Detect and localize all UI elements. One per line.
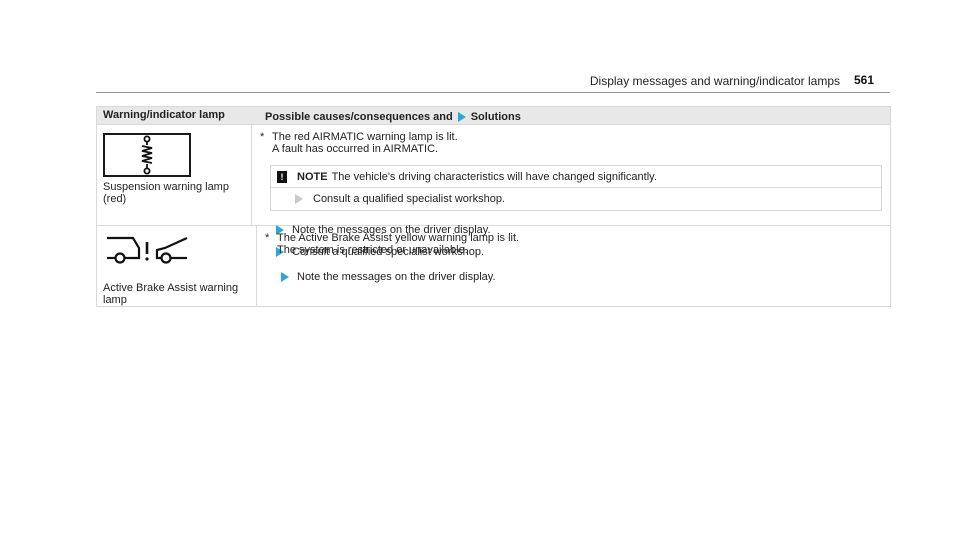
cause-star: * bbox=[265, 232, 270, 244]
cause-line: The Active Brake Assist yellow warning l… bbox=[277, 232, 520, 244]
note-label: NOTE bbox=[297, 170, 328, 183]
step-arrow-icon bbox=[281, 272, 289, 282]
header-rule bbox=[96, 92, 890, 93]
step-arrow-icon bbox=[295, 194, 303, 204]
lamp-label-color: (red) bbox=[103, 193, 127, 205]
cause-line: The red AIRMATIC warning lamp is lit. bbox=[272, 131, 458, 143]
note-step: Consult a qualified specialist workshop. bbox=[271, 188, 881, 210]
note-header: ! NOTE The vehicle's driving characteris… bbox=[271, 166, 881, 188]
table-row: Suspension warning lamp (red) * The red … bbox=[97, 124, 890, 258]
cause-line: The system is restricted or unavailable. bbox=[277, 244, 468, 256]
cause: * The red AIRMATIC warning lamp is lit. … bbox=[260, 131, 882, 155]
warning-lamp-table: Warning/indicator lamp Possible causes/c… bbox=[96, 106, 891, 307]
cause-line: A fault has occurred in AIRMATIC. bbox=[272, 143, 439, 155]
note-text: The vehicle's driving characteristics wi… bbox=[331, 170, 657, 183]
lamp-cell: Suspension warning lamp (red) bbox=[97, 125, 252, 225]
solution-arrow-icon bbox=[457, 111, 466, 122]
note-step-text: Consult a qualified specialist workshop. bbox=[313, 193, 505, 205]
lamp-label: Active Brake Assist warning bbox=[103, 282, 239, 294]
cause: * The Active Brake Assist yellow warning… bbox=[265, 232, 882, 256]
lamp-label: Suspension warning lamp bbox=[103, 181, 229, 193]
col-header-causes: Possible causes/consequences and Solutio… bbox=[257, 107, 890, 124]
active-brake-assist-icon bbox=[103, 234, 191, 278]
solution-step-text: Note the messages on the driver display. bbox=[297, 271, 496, 283]
page-header-title: Display messages and warning/indicator l… bbox=[589, 74, 840, 88]
page-number: 561 bbox=[853, 73, 874, 87]
causes-cell: * The red AIRMATIC warning lamp is lit. … bbox=[252, 125, 890, 258]
table-header: Warning/indicator lamp Possible causes/c… bbox=[97, 107, 890, 124]
lamp-label-cont: lamp bbox=[103, 294, 127, 306]
suspension-spring-icon bbox=[103, 133, 191, 177]
warning-exclamation-icon: ! bbox=[277, 170, 287, 183]
causes-cell: * The Active Brake Assist yellow warning… bbox=[257, 226, 890, 306]
page-header: Display messages and warning/indicator l… bbox=[96, 72, 874, 90]
table-row: Active Brake Assist warning lamp * The A… bbox=[97, 225, 890, 306]
lamp-cell: Active Brake Assist warning lamp bbox=[97, 226, 257, 306]
cause-star: * bbox=[260, 131, 265, 143]
col-header-lamp: Warning/indicator lamp bbox=[103, 109, 225, 121]
solution-step: Note the messages on the driver display. bbox=[279, 270, 882, 284]
col-header-causes-text: Possible causes/consequences and bbox=[265, 110, 453, 123]
col-header-solutions-text: Solutions bbox=[470, 110, 521, 123]
note-box: ! NOTE The vehicle's driving characteris… bbox=[270, 165, 882, 211]
